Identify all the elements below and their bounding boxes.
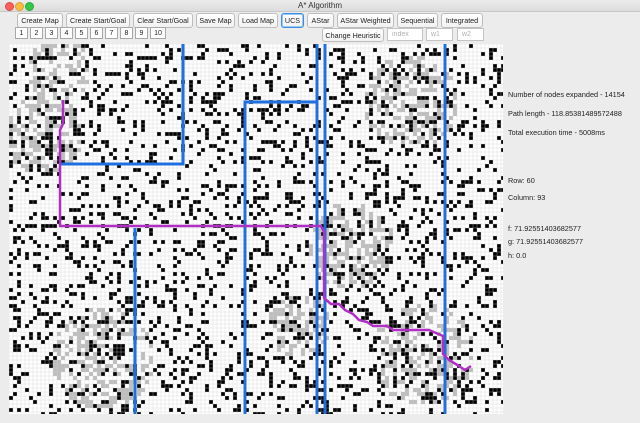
- create-start-goal-button[interactable]: Create Start/Goal: [66, 13, 130, 28]
- window-title: A* Algorithm: [297, 1, 343, 10]
- column-label: Column: 93: [508, 193, 546, 202]
- load-map-button[interactable]: Load Map: [238, 13, 278, 28]
- heuristic-4-button[interactable]: 4: [60, 27, 73, 39]
- integrated-button[interactable]: Integrated: [441, 13, 483, 28]
- astar-weighted-button[interactable]: AStar Weighted: [337, 13, 394, 28]
- heuristic-5-button[interactable]: 5: [75, 27, 88, 39]
- index-input[interactable]: [387, 28, 423, 41]
- heuristic-10-button[interactable]: 10: [150, 27, 166, 39]
- path-length-label: Path length - 118.85381489572488: [508, 109, 622, 118]
- astar-button[interactable]: AStar: [307, 13, 334, 28]
- heuristic-1-button[interactable]: 1: [15, 27, 28, 39]
- map-grid[interactable]: [9, 44, 503, 414]
- heuristic-6-button[interactable]: 6: [90, 27, 103, 39]
- execution-time-label: Total execution time - 5008ms: [508, 128, 605, 137]
- h-value-label: h: 0.0: [508, 251, 527, 260]
- w2-input[interactable]: [457, 28, 484, 41]
- heuristic-7-button[interactable]: 7: [105, 27, 118, 39]
- heuristic-2-button[interactable]: 2: [30, 27, 43, 39]
- title-bar: A* Algorithm: [0, 0, 640, 12]
- heuristic-8-button[interactable]: 8: [120, 27, 133, 39]
- g-value-label: g: 71.92551403682577: [508, 237, 584, 246]
- heuristic-9-button[interactable]: 9: [135, 27, 148, 39]
- create-map-button[interactable]: Create Map: [17, 13, 63, 28]
- save-map-button[interactable]: Save Map: [196, 13, 235, 28]
- clear-start-goal-button[interactable]: Clear Start/Goal: [133, 13, 193, 28]
- nodes-expanded-label: Number of nodes expanded - 14154: [508, 90, 625, 99]
- heuristic-3-button[interactable]: 3: [45, 27, 58, 39]
- row-label: Row: 60: [508, 176, 535, 185]
- f-value-label: f: 71.92551403682577: [508, 224, 582, 233]
- change-heuristic-button[interactable]: Change Heuristic: [322, 28, 384, 42]
- sequential-button[interactable]: Sequential: [397, 13, 438, 28]
- ucs-button[interactable]: UCS: [281, 13, 304, 28]
- w1-input[interactable]: [426, 28, 453, 41]
